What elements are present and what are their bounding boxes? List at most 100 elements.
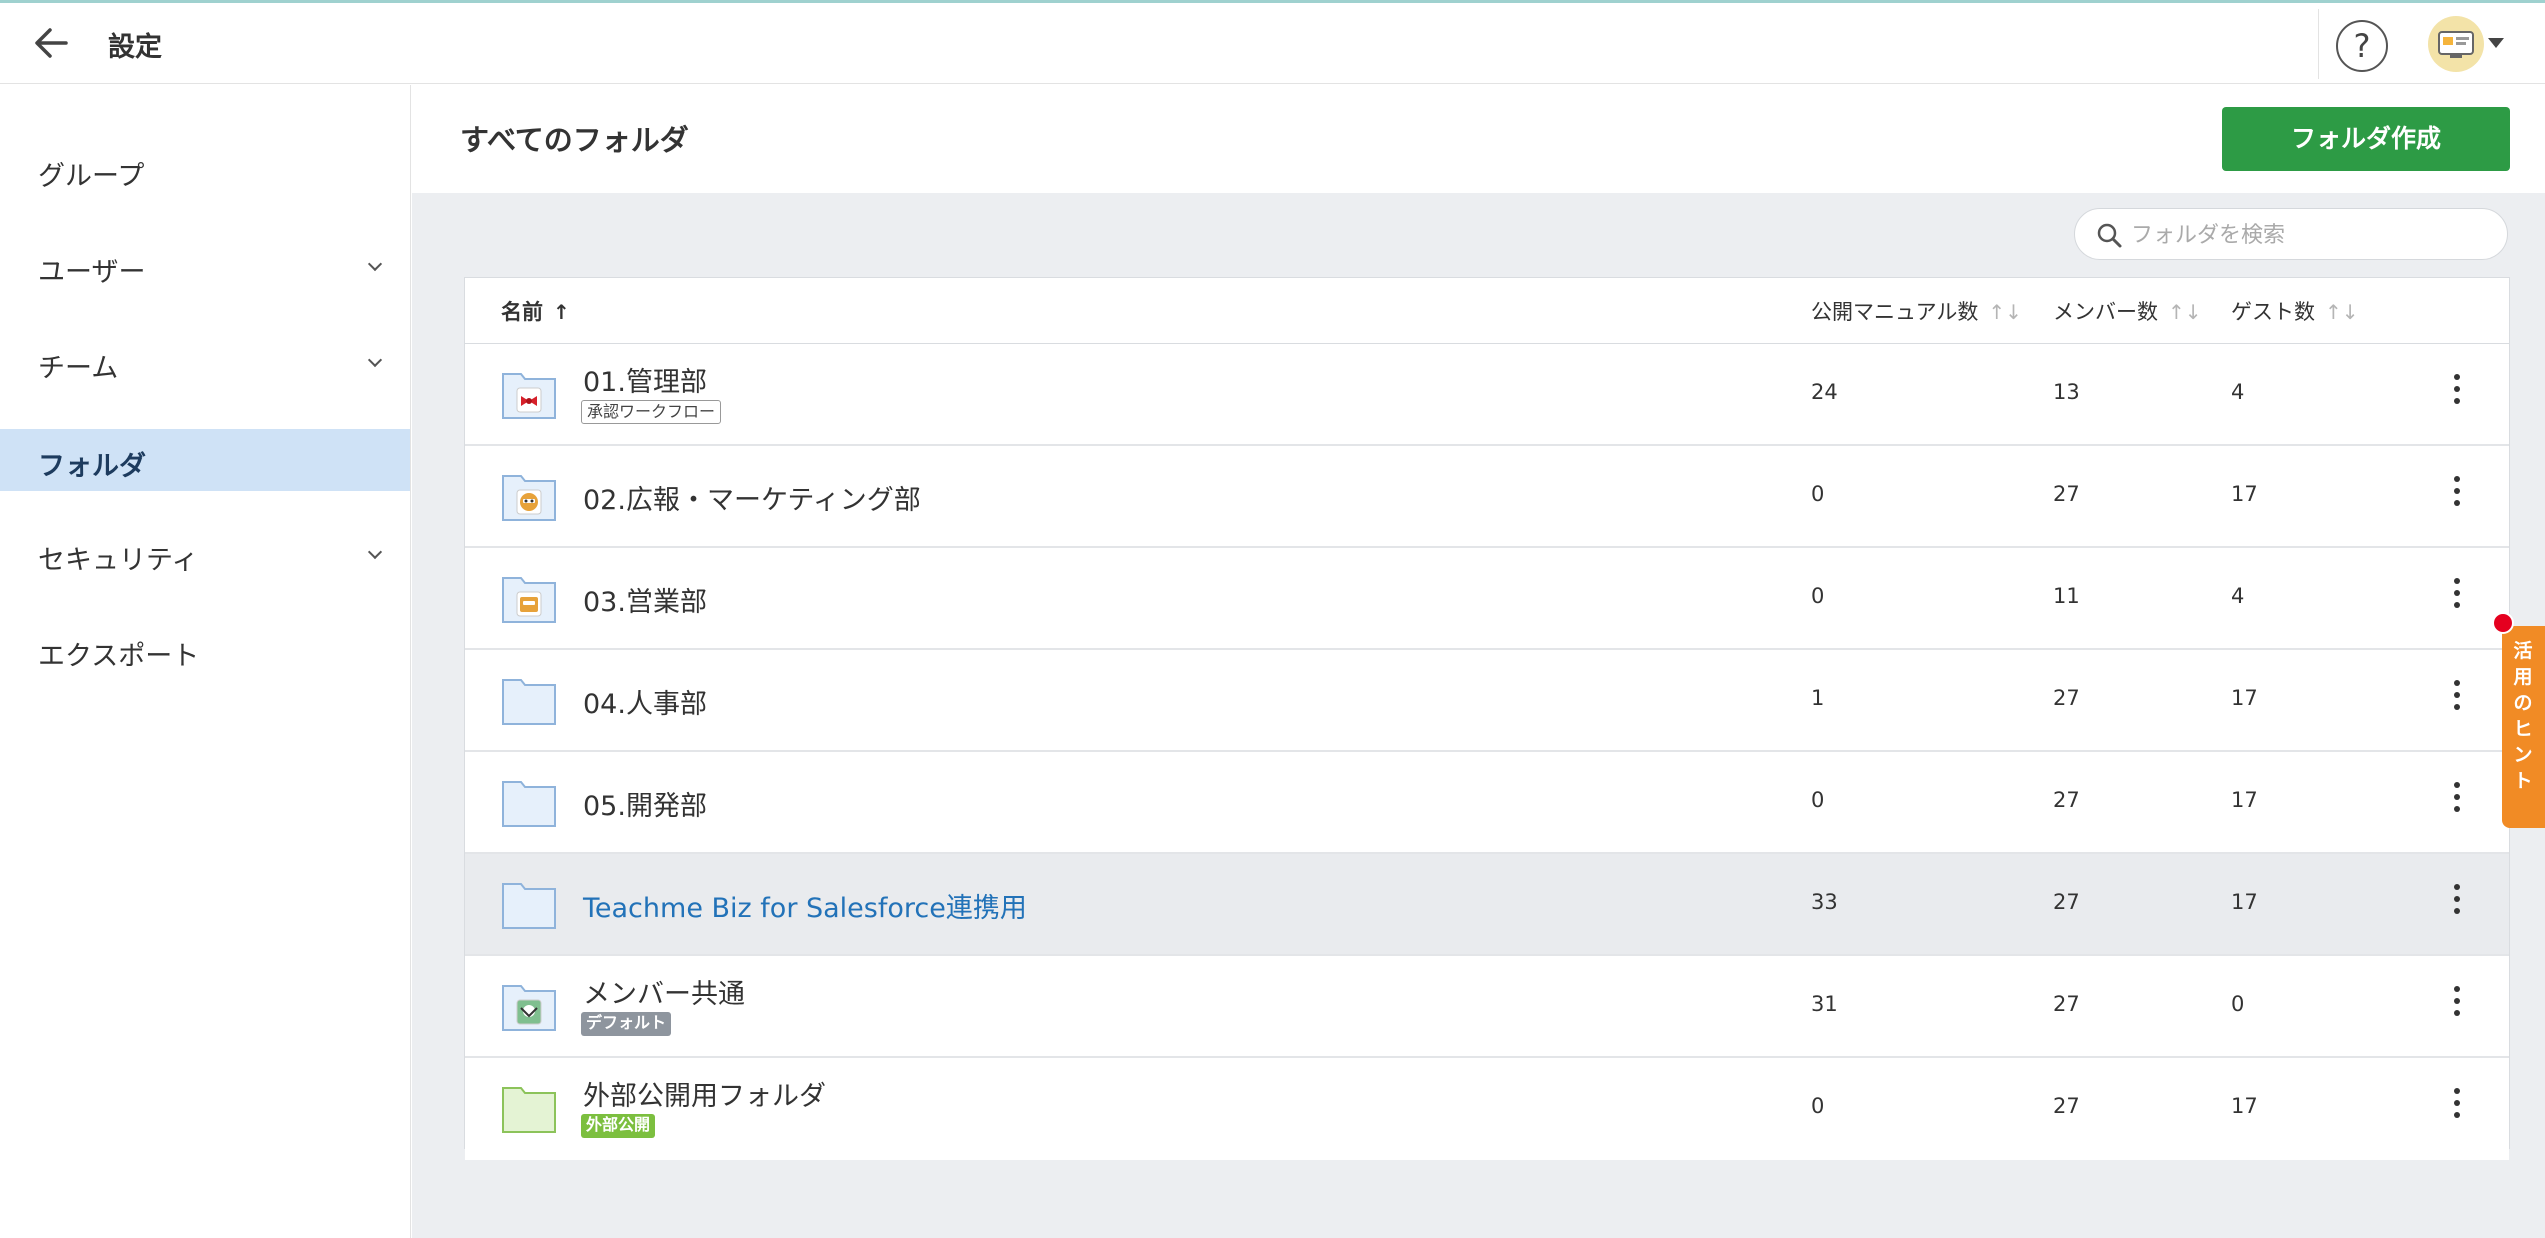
sidebar-item-label: エクスポート [38, 641, 200, 672]
folder-name: 02.広報・マーケティング部 [583, 485, 921, 516]
user-menu-button[interactable] [2428, 16, 2506, 74]
column-header-name[interactable]: 名前 ↑ [501, 296, 570, 326]
manual-count: 31 [1811, 992, 1838, 1016]
avatar [2428, 16, 2484, 72]
sort-asc-icon: ↑ [553, 300, 570, 324]
manual-count: 24 [1811, 380, 1838, 404]
guest-count: 17 [2231, 482, 2258, 506]
folder-name: 05.開発部 [583, 791, 707, 822]
search-input[interactable] [2131, 217, 2491, 253]
create-folder-button[interactable]: フォルダ作成 [2222, 107, 2510, 171]
folder-name: 03.営業部 [583, 587, 707, 618]
folder-name: メンバー共通 [583, 979, 745, 1010]
sidebar-item-groups[interactable]: グループ [0, 139, 410, 201]
caret-down-icon [2488, 38, 2504, 48]
more-options-icon[interactable] [2451, 374, 2463, 416]
column-label: ゲスト数 [2231, 300, 2315, 324]
arrow-left-icon [35, 28, 68, 58]
more-options-icon[interactable] [2451, 1088, 2463, 1130]
more-options-icon[interactable] [2451, 782, 2463, 824]
section-title: すべてのフォルダ [460, 123, 689, 157]
main-header: すべてのフォルダ フォルダ作成 [412, 85, 2545, 193]
manual-count: 1 [1811, 686, 1825, 710]
sort-icon: ↑↓ [1988, 300, 2022, 324]
folder-icon [502, 679, 556, 725]
sort-icon: ↑↓ [2168, 300, 2202, 324]
folder-name: 01.管理部 [583, 367, 707, 398]
sidebar-item-users[interactable]: ユーザー [0, 235, 410, 297]
help-icon: ? [2353, 27, 2371, 65]
member-count: 27 [2053, 1094, 2080, 1118]
search-icon [2097, 223, 2122, 248]
sidebar-item-export[interactable]: エクスポート [0, 619, 410, 681]
page-title: 設定 [108, 32, 162, 63]
guest-count: 17 [2231, 890, 2258, 914]
back-button[interactable] [30, 21, 74, 65]
more-options-icon[interactable] [2451, 884, 2463, 926]
manual-count: 0 [1811, 788, 1825, 812]
guest-count: 17 [2231, 686, 2258, 710]
guest-count: 17 [2231, 1094, 2258, 1118]
sidebar: グループ ユーザー チーム フォルダ セキュリティ エクスポート [0, 85, 411, 1238]
workflow-badge: 承認ワークフロー [581, 400, 722, 424]
column-header-manuals[interactable]: 公開マニュアル数 ↑↓ [1811, 296, 2022, 326]
folder-icon [502, 475, 556, 521]
folder-name[interactable]: Teachme Biz for Salesforce連携用 [583, 886, 1027, 925]
more-options-icon[interactable] [2451, 476, 2463, 518]
table-row[interactable]: 01.管理部 承認ワークフロー 24 13 4 [465, 344, 2509, 446]
more-options-icon[interactable] [2451, 986, 2463, 1028]
folder-icon [502, 373, 556, 419]
sidebar-item-folders[interactable]: フォルダ [0, 429, 410, 491]
member-count: 27 [2053, 482, 2080, 506]
folder-name: 04.人事部 [583, 689, 707, 720]
sidebar-item-label: グループ [38, 161, 145, 192]
column-header-members[interactable]: メンバー数 ↑↓ [2053, 296, 2202, 326]
sidebar-item-label: ユーザー [38, 257, 146, 288]
member-count: 11 [2053, 584, 2080, 608]
table-row[interactable]: Teachme Biz for Salesforce連携用 33 27 17 [465, 854, 2509, 956]
table-row[interactable]: 03.営業部 0 11 4 [465, 548, 2509, 650]
member-count: 27 [2053, 890, 2080, 914]
column-label: 名前 [501, 300, 543, 324]
header-divider [2318, 9, 2319, 79]
guest-count: 4 [2231, 584, 2245, 608]
app-header: 設定 ? [0, 3, 2545, 84]
public-badge: 外部公開 [581, 1114, 656, 1138]
sidebar-item-label: フォルダ [38, 451, 146, 482]
table-row[interactable]: 05.開発部 0 27 17 [465, 752, 2509, 854]
manual-count: 0 [1811, 482, 1825, 506]
table-row[interactable]: 外部公開用フォルダ 外部公開 0 27 17 [465, 1058, 2509, 1160]
folder-search[interactable] [2074, 208, 2508, 260]
guest-count: 4 [2231, 380, 2245, 404]
sidebar-item-teams[interactable]: チーム [0, 331, 410, 393]
notification-dot [2492, 612, 2514, 634]
folder-icon [502, 985, 556, 1031]
table-header: 名前 ↑ 公開マニュアル数 ↑↓ メンバー数 ↑↓ ゲスト数 ↑↓ [465, 278, 2509, 344]
chevron-down-icon [367, 256, 383, 272]
table-row[interactable]: メンバー共通 デフォルト 31 27 0 [465, 956, 2509, 1058]
member-count: 27 [2053, 686, 2080, 710]
guest-count: 17 [2231, 788, 2258, 812]
member-count: 27 [2053, 788, 2080, 812]
folder-icon [502, 883, 556, 929]
more-options-icon[interactable] [2451, 578, 2463, 620]
folders-table: 名前 ↑ 公開マニュアル数 ↑↓ メンバー数 ↑↓ ゲスト数 ↑↓ 01.管理部 承認ワ… [464, 277, 2510, 1160]
chevron-down-icon [367, 352, 383, 368]
folder-icon [502, 1087, 556, 1133]
member-count: 13 [2053, 380, 2080, 404]
manual-count: 33 [1811, 890, 1838, 914]
table-row[interactable]: 04.人事部 1 27 17 [465, 650, 2509, 752]
sidebar-item-label: セキュリティ [38, 545, 199, 576]
manual-count: 0 [1811, 1094, 1825, 1118]
sidebar-item-security[interactable]: セキュリティ [0, 523, 410, 585]
folder-icon [502, 577, 556, 623]
tips-tab[interactable]: 活用のヒント [2502, 626, 2545, 828]
sort-icon: ↑↓ [2325, 300, 2359, 324]
table-row[interactable]: 02.広報・マーケティング部 0 27 17 [465, 446, 2509, 548]
column-label: メンバー数 [2053, 300, 2158, 324]
help-button[interactable]: ? [2336, 20, 2388, 72]
default-badge: デフォルト [581, 1012, 672, 1036]
more-options-icon[interactable] [2451, 680, 2463, 722]
column-header-guests[interactable]: ゲスト数 ↑↓ [2231, 296, 2359, 326]
tips-tab-label: 活用のヒント [2513, 640, 2533, 792]
